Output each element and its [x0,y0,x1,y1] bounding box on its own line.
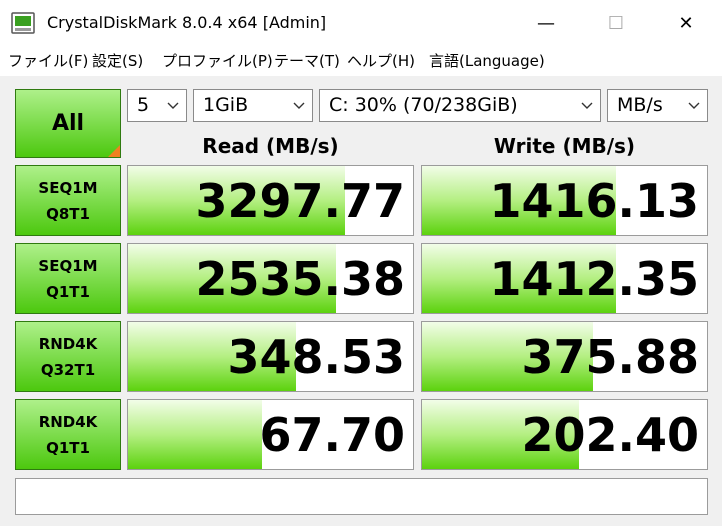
minimize-icon: — [537,12,555,34]
write-result-value: 1416.13 [489,173,699,228]
count-select[interactable]: 5 [127,89,187,122]
read-result-value: 348.53 [227,329,405,384]
close-button[interactable]: ✕ [651,0,721,46]
menu-file[interactable]: ファイル(F) [8,50,88,72]
read-result-cell: 348.53 [127,321,414,392]
read-result-value: 3297.77 [195,173,405,228]
test-button-line2: Q32T1 [40,360,96,379]
write-result-cell: 202.40 [421,399,708,470]
close-icon: ✕ [678,12,694,34]
all-button[interactable]: All [15,89,121,158]
corner-marker-icon [108,145,120,157]
read-column-header: Read (MB/s) [202,134,339,158]
size-select-value: 1GiB [203,94,249,116]
read-result-value: 2535.38 [195,251,405,306]
maximize-icon: ☐ [607,12,625,34]
test-button-seq1m-q1t1[interactable]: SEQ1M Q1T1 [15,243,121,314]
write-result-value: 1412.35 [489,251,699,306]
drive-select-value: C: 30% (70/238GiB) [329,94,518,116]
test-button-line1: SEQ1M [38,178,98,197]
read-result-cell: 3297.77 [127,165,414,236]
drive-select[interactable]: C: 30% (70/238GiB) [319,89,601,122]
chevron-down-icon [293,102,305,109]
all-button-label: All [51,111,85,136]
write-result-cell: 375.88 [421,321,708,392]
window-title: CrystalDiskMark 8.0.4 x64 [Admin] [47,13,327,32]
write-result-cell: 1416.13 [421,165,708,236]
test-button-rnd4k-q1t1[interactable]: RND4K Q1T1 [15,399,121,470]
test-button-line2: Q8T1 [46,204,90,223]
title-bar: CrystalDiskMark 8.0.4 x64 [Admin] — ☐ ✕ [0,0,722,46]
chevron-down-icon [688,102,700,109]
test-button-line1: SEQ1M [38,256,98,275]
menu-profile[interactable]: プロファイル(P) [162,50,273,72]
menu-theme[interactable]: テーマ(T) [274,50,340,72]
crystaldiskmark-app-icon [11,12,35,34]
chevron-down-icon [581,102,593,109]
write-result-cell: 1412.35 [421,243,708,314]
menu-help[interactable]: ヘルプ(H) [347,50,415,72]
read-result-cell: 67.70 [127,399,414,470]
test-button-line1: RND4K [38,412,98,431]
unit-select-value: MB/s [617,94,663,116]
minimize-button[interactable]: — [511,0,581,46]
read-result-value: 67.70 [259,407,405,462]
menu-bar: ファイル(F) 設定(S) プロファイル(P) テーマ(T) ヘルプ(H) 言語… [0,46,722,76]
read-result-bar [128,400,262,469]
maximize-button[interactable]: ☐ [581,0,651,46]
test-button-line1: RND4K [38,334,98,353]
write-result-value: 202.40 [521,407,699,462]
read-result-cell: 2535.38 [127,243,414,314]
unit-select[interactable]: MB/s [607,89,708,122]
comment-input[interactable] [15,478,708,515]
write-column-header: Write (MB/s) [493,134,636,158]
menu-settings[interactable]: 設定(S) [92,50,143,72]
test-button-line2: Q1T1 [46,282,90,301]
write-result-value: 375.88 [521,329,699,384]
menu-language[interactable]: 言語(Language) [429,50,545,72]
test-button-seq1m-q8t1[interactable]: SEQ1M Q8T1 [15,165,121,236]
test-button-line2: Q1T1 [46,438,90,457]
test-button-rnd4k-q32t1[interactable]: RND4K Q32T1 [15,321,121,392]
count-select-value: 5 [137,94,150,116]
size-select[interactable]: 1GiB [193,89,313,122]
chevron-down-icon [167,102,179,109]
